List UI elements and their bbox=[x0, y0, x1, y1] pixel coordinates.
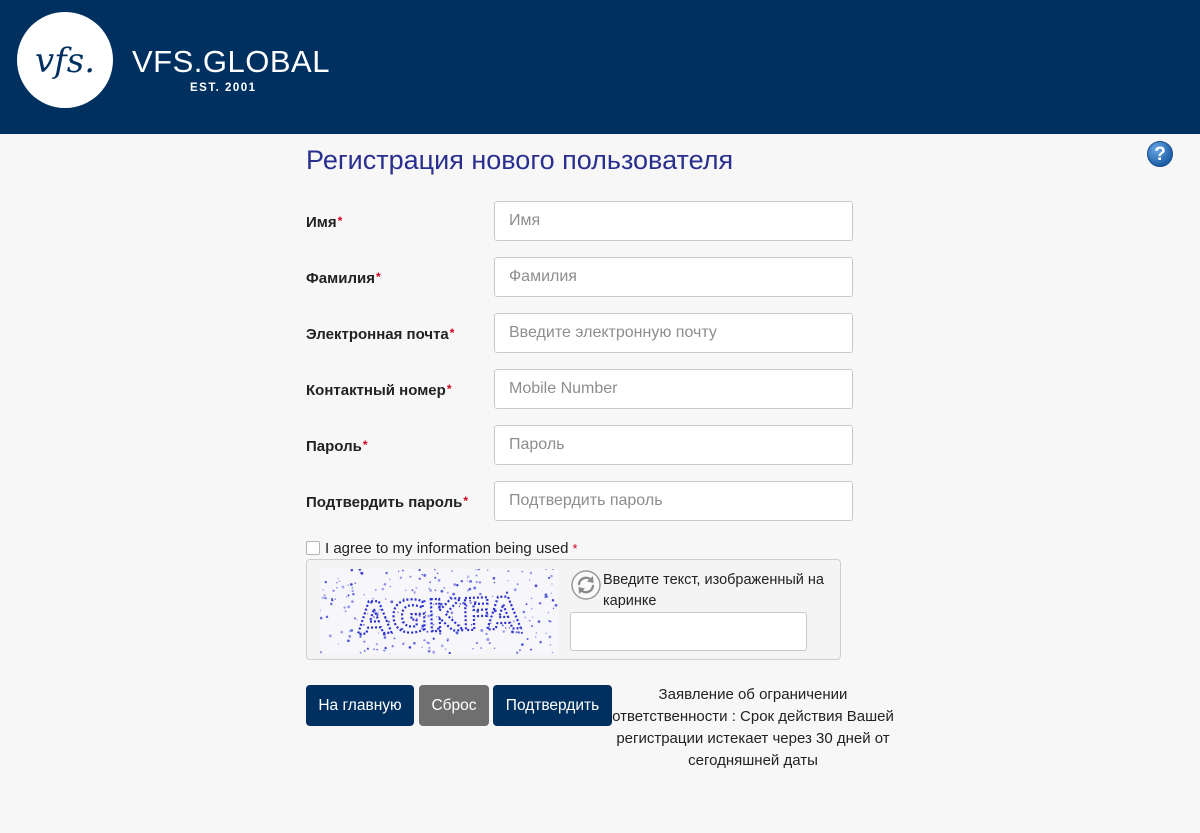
password-row: Пароль* bbox=[306, 425, 854, 467]
email-label: Электронная почта* bbox=[306, 326, 455, 343]
required-mark: * bbox=[572, 540, 578, 556]
confirm-password-label: Подтвердить пароль* bbox=[306, 494, 469, 511]
reset-button[interactable]: Сброс bbox=[419, 685, 489, 726]
last-name-input[interactable] bbox=[494, 257, 853, 297]
vfs-logo-icon: vfs. bbox=[35, 41, 95, 81]
site-header: vfs. VFS.GLOBAL EST. 2001 bbox=[0, 0, 1200, 134]
brand-established: EST. 2001 bbox=[190, 82, 257, 94]
agree-checkbox[interactable] bbox=[306, 541, 320, 555]
email-input[interactable] bbox=[494, 313, 853, 353]
required-mark: * bbox=[449, 326, 455, 340]
captcha-prompt: Введите текст, изображенный на каринке bbox=[603, 572, 824, 609]
first-name-row: Имя* bbox=[306, 201, 854, 243]
required-mark: * bbox=[362, 438, 368, 452]
page-title: Регистрация нового пользователя bbox=[306, 145, 734, 175]
confirm-password-input[interactable] bbox=[494, 481, 853, 521]
required-mark: * bbox=[337, 214, 343, 228]
last-name-row: Фамилия* bbox=[306, 257, 854, 299]
home-button[interactable]: На главную bbox=[306, 685, 414, 726]
last-name-label: Фамилия* bbox=[306, 270, 381, 287]
captcha-image: AGKFA bbox=[318, 567, 558, 655]
captcha-panel: AGKFA Введите текст, изображенный на кар… bbox=[306, 559, 841, 660]
required-mark: * bbox=[446, 382, 452, 396]
first-name-label: Имя* bbox=[306, 214, 343, 231]
required-mark: * bbox=[375, 270, 381, 284]
disclaimer-text: Заявление об ограничении ответственности… bbox=[612, 686, 894, 769]
confirm-password-row: Подтвердить пароль* bbox=[306, 481, 854, 523]
phone-input[interactable] bbox=[494, 369, 853, 409]
refresh-icon[interactable] bbox=[571, 570, 601, 600]
agree-label: I agree to my information being used bbox=[325, 539, 569, 557]
email-row: Электронная почта* bbox=[306, 313, 854, 355]
password-label: Пароль* bbox=[306, 438, 368, 455]
phone-label: Контактный номер* bbox=[306, 382, 452, 399]
vfs-logo[interactable]: vfs. bbox=[17, 12, 113, 108]
phone-row: Контактный номер* bbox=[306, 369, 854, 411]
agree-row: I agree to my information being used * bbox=[306, 538, 578, 558]
first-name-input[interactable] bbox=[494, 201, 853, 241]
password-input[interactable] bbox=[494, 425, 853, 465]
captcha-input[interactable] bbox=[570, 612, 807, 651]
logo-text: vfs. bbox=[35, 41, 95, 81]
required-mark: * bbox=[463, 494, 469, 508]
captcha-text: AGKFA bbox=[356, 588, 521, 645]
submit-button[interactable]: Подтвердить bbox=[493, 685, 612, 726]
brand-name: VFS.GLOBAL bbox=[132, 44, 330, 79]
help-icon[interactable]: ? bbox=[1147, 141, 1173, 167]
